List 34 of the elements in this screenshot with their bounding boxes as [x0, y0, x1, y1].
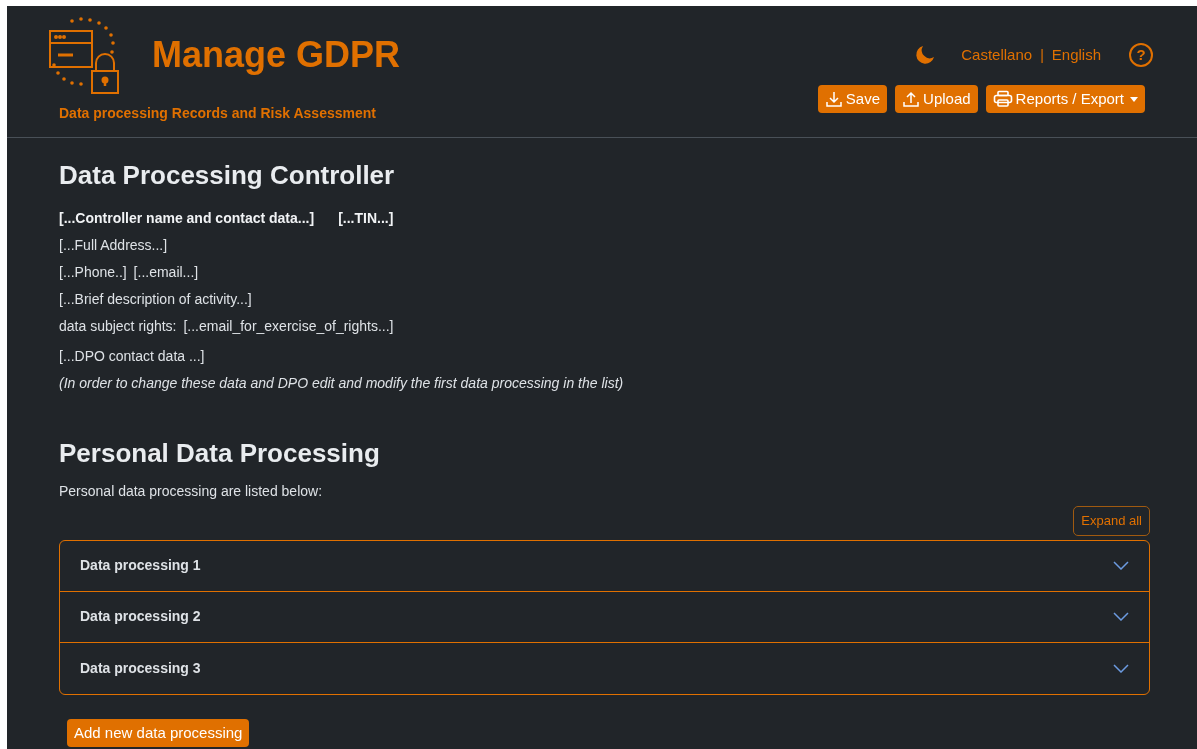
tin-text: [...TIN...]	[338, 210, 394, 226]
activity-text: [...Brief description of activity...]	[59, 291, 252, 307]
dpo-text: [...DPO contact data ...]	[59, 348, 205, 364]
rights-email: [...email_for_exercise_of_rights...]	[183, 318, 394, 334]
language-link[interactable]: English	[1051, 43, 1101, 67]
chevron-icon	[1113, 612, 1129, 621]
accordion-header[interactable]: Data processing 2	[60, 591, 1149, 643]
save-button[interactable]: Save	[817, 85, 888, 113]
section-heading: Personal Data Processing	[59, 437, 381, 470]
app-title: Manage GDPR	[152, 37, 401, 77]
address-text: [...Full Address...]	[59, 237, 168, 253]
app-subtitle: Data processing Records and Risk Assessment	[59, 104, 377, 123]
section-heading: Data Processing Controller	[59, 159, 396, 192]
phone-text: [...Phone..]	[59, 264, 127, 280]
accordion-header[interactable]: Data processing 1	[60, 540, 1149, 592]
email-text: [...email...]	[133, 264, 199, 280]
expand-all-button[interactable]: Expand all	[1073, 506, 1150, 536]
chevron-icon	[1113, 663, 1129, 673]
printer-icon	[992, 90, 1013, 108]
moon-icon[interactable]	[915, 45, 936, 65]
help-button[interactable]: ?	[1129, 43, 1153, 67]
rights-label: data subject rights:	[59, 318, 177, 334]
language-separator: |	[1040, 45, 1044, 65]
accordion-header[interactable]: Data processing 3	[60, 642, 1149, 694]
add-button[interactable]: Add new data processing	[67, 718, 250, 747]
note-text: (In order to change these data and DPO edit and modify the first data processing in the list)	[59, 375, 624, 391]
upload-icon	[902, 90, 921, 108]
upload-button[interactable]: Upload	[895, 85, 978, 113]
chevron-icon	[1113, 561, 1129, 570]
controller-name: [...Controller name and contact data...]	[59, 210, 315, 226]
intro-text: Personal data processing are listed below:	[59, 483, 323, 499]
reports-button[interactable]: Reports / Export	[985, 85, 1145, 113]
download-icon	[824, 90, 843, 108]
language-link[interactable]: Castellano	[961, 43, 1033, 67]
